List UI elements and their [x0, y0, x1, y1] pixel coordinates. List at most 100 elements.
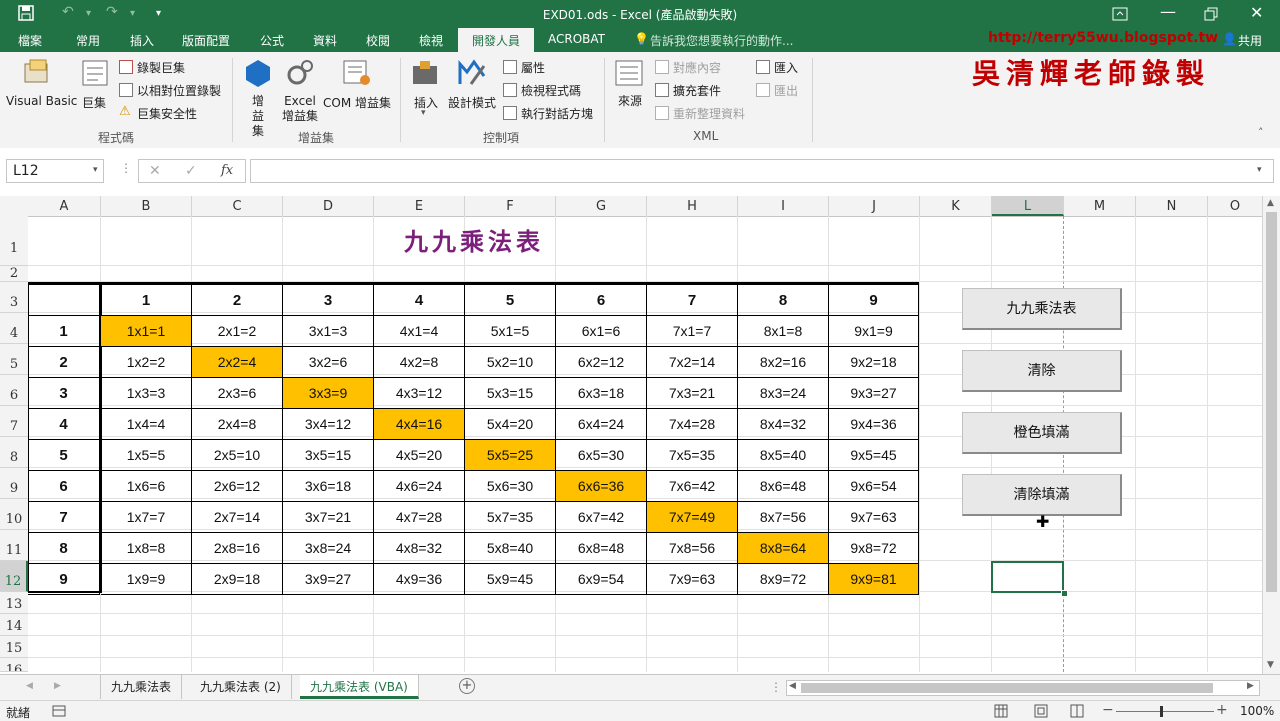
zoom-out-icon[interactable]: − — [1102, 702, 1114, 718]
insert-control-icon[interactable] — [410, 58, 440, 88]
table-cell[interactable]: 8x9=72 — [738, 564, 829, 595]
table-cell[interactable]: 8x7=56 — [738, 502, 829, 533]
column-header-c[interactable]: C — [192, 196, 283, 216]
column-header-f[interactable]: F — [465, 196, 556, 216]
table-cell[interactable]: 8x5=40 — [738, 440, 829, 471]
row-header[interactable]: 10 — [0, 499, 28, 530]
table-cell-highlighted[interactable]: 2x2=4 — [192, 347, 283, 378]
column-header-j[interactable]: J — [829, 196, 920, 216]
scroll-down-icon[interactable]: ▼ — [1267, 660, 1274, 670]
table-cell[interactable]: 3x8=24 — [283, 533, 374, 564]
table-row-header[interactable]: 2 — [28, 347, 100, 378]
multiplication-table-button[interactable]: 九九乘法表 — [962, 288, 1122, 330]
row-header[interactable]: 14 — [0, 614, 28, 636]
table-row-header[interactable]: 6 — [28, 471, 100, 502]
table-cell[interactable]: 1x9=9 — [101, 564, 192, 595]
zoom-level[interactable]: 100% — [1240, 704, 1274, 718]
tab-home[interactable]: 常用 — [76, 32, 100, 49]
table-row-header[interactable]: 7 — [28, 502, 100, 533]
table-cell-highlighted[interactable]: 4x4=16 — [374, 409, 465, 440]
table-column-header[interactable]: 8 — [738, 285, 829, 316]
page-layout-view-icon[interactable] — [1034, 704, 1048, 718]
table-cell[interactable]: 9x4=36 — [829, 409, 919, 440]
expand-formula-icon[interactable]: ▾ — [1257, 165, 1262, 175]
table-cell[interactable]: 5x4=20 — [465, 409, 556, 440]
scroll-left-icon[interactable]: ◀ — [789, 681, 796, 691]
sheet-tab[interactable]: 九九乘法表 — [100, 675, 183, 699]
restore-icon[interactable] — [1204, 7, 1218, 21]
share-icon[interactable]: 👤 — [1222, 32, 1237, 46]
tab-file[interactable]: 檔案 — [18, 32, 42, 49]
page-break-preview-icon[interactable] — [1070, 704, 1084, 718]
visual-basic-button[interactable]: Visual Basic — [6, 94, 77, 108]
relative-reference-button[interactable]: 以相對位置錄製 — [137, 82, 221, 99]
table-column-header[interactable]: 4 — [374, 285, 465, 316]
column-header-o[interactable]: O — [1208, 196, 1262, 216]
table-cell[interactable]: 2x8=16 — [192, 533, 283, 564]
table-cell[interactable]: 6x1=6 — [556, 316, 647, 347]
row-header[interactable]: 8 — [0, 437, 28, 468]
table-cell[interactable]: 5x2=10 — [465, 347, 556, 378]
orange-fill-button[interactable]: 橙色填滿 — [962, 412, 1122, 454]
table-cell[interactable]: 3x4=12 — [283, 409, 374, 440]
name-box[interactable]: L12 ▾ — [6, 159, 104, 183]
table-cell[interactable]: 5x8=40 — [465, 533, 556, 564]
tab-split-icon[interactable]: ⋮ — [770, 680, 782, 694]
table-cell-highlighted[interactable]: 7x7=49 — [647, 502, 738, 533]
table-cell[interactable]: 7x5=35 — [647, 440, 738, 471]
table-cell[interactable]: 5x9=45 — [465, 564, 556, 595]
scroll-up-icon[interactable]: ▲ — [1267, 198, 1274, 208]
xml-source-button[interactable]: 來源 — [617, 94, 643, 109]
design-mode-button[interactable]: 設計模式 — [448, 94, 496, 111]
insert-function-icon[interactable]: fx — [221, 163, 233, 178]
table-cell[interactable]: 6x7=42 — [556, 502, 647, 533]
row-header[interactable]: 5 — [0, 344, 28, 375]
table-cell[interactable]: 8x6=48 — [738, 471, 829, 502]
table-cell[interactable]: 5x3=15 — [465, 378, 556, 409]
table-cell[interactable]: 4x2=8 — [374, 347, 465, 378]
table-cell[interactable]: 7x4=28 — [647, 409, 738, 440]
table-cell[interactable]: 9x5=45 — [829, 440, 919, 471]
vertical-scrollbar[interactable]: ▲ ▼ — [1262, 196, 1280, 674]
table-cell[interactable]: 9x3=27 — [829, 378, 919, 409]
table-cell[interactable]: 2x6=12 — [192, 471, 283, 502]
table-cell[interactable]: 1x3=3 — [101, 378, 192, 409]
sheet-tab-active[interactable]: 九九乘法表 (VBA) — [300, 675, 419, 699]
table-cell[interactable]: 9x7=63 — [829, 502, 919, 533]
row-header[interactable]: 7 — [0, 406, 28, 437]
cancel-icon[interactable]: ✕ — [149, 163, 161, 179]
next-sheet-icon[interactable]: ▶ — [54, 681, 61, 691]
view-code-button[interactable]: 檢視程式碼 — [521, 82, 581, 99]
enter-icon[interactable]: ✓ — [185, 163, 197, 179]
record-macro-button[interactable]: 錄製巨集 — [137, 59, 185, 76]
table-cell[interactable]: 4x6=24 — [374, 471, 465, 502]
table-row-header[interactable]: 3 — [28, 378, 100, 409]
column-header-d[interactable]: D — [283, 196, 374, 216]
table-cell-highlighted[interactable]: 8x8=64 — [738, 533, 829, 564]
horizontal-scrollbar[interactable]: ◀ ▶ — [786, 680, 1260, 696]
clear-fill-button[interactable]: 清除填滿 — [962, 474, 1122, 516]
row-header[interactable]: 11 — [0, 530, 28, 561]
table-column-header[interactable]: 5 — [465, 285, 556, 316]
table-cell[interactable]: 1x5=5 — [101, 440, 192, 471]
table-cell[interactable]: 5x1=5 — [465, 316, 556, 347]
fill-handle[interactable] — [1061, 590, 1068, 597]
table-row-header[interactable]: 5 — [28, 440, 100, 471]
table-cell[interactable]: 4x3=12 — [374, 378, 465, 409]
vertical-scroll-thumb[interactable] — [1266, 212, 1277, 592]
zoom-slider-thumb[interactable] — [1160, 706, 1163, 717]
tab-page-layout[interactable]: 版面配置 — [182, 32, 230, 49]
row-header[interactable]: 6 — [0, 375, 28, 406]
macros-button[interactable]: 巨集 — [82, 94, 106, 111]
table-cell[interactable]: 6x2=12 — [556, 347, 647, 378]
macro-security-button[interactable]: 巨集安全性 — [137, 105, 197, 122]
tab-insert[interactable]: 插入 — [130, 32, 154, 49]
table-cell[interactable]: 5x7=35 — [465, 502, 556, 533]
formula-input[interactable]: ▾ — [250, 159, 1274, 183]
table-cell[interactable]: 9x1=9 — [829, 316, 919, 347]
table-cell[interactable]: 2x5=10 — [192, 440, 283, 471]
table-row-header[interactable]: 8 — [28, 533, 100, 564]
table-cell[interactable]: 2x1=2 — [192, 316, 283, 347]
table-cell-highlighted[interactable]: 5x5=25 — [465, 440, 556, 471]
table-row-header[interactable]: 4 — [28, 409, 100, 440]
